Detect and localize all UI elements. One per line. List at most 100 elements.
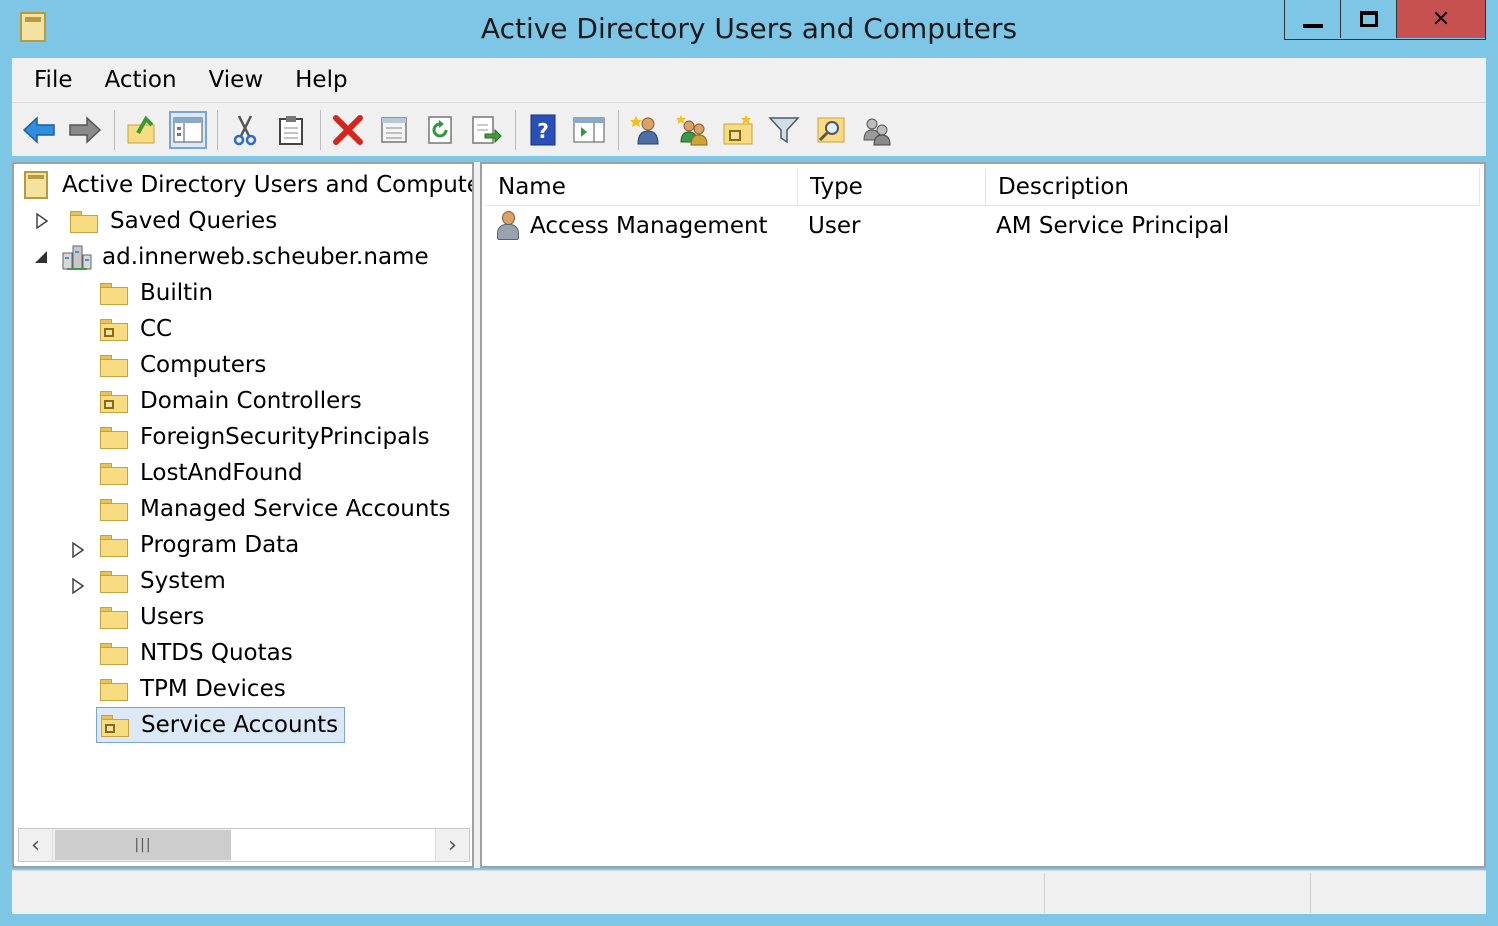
item-name: Access Management (530, 213, 768, 239)
title-bar: Active Directory Users and Computers ✕ (0, 0, 1498, 58)
scrollbar-thumb[interactable]: ||| (55, 830, 231, 860)
scroll-left-button[interactable]: ‹ (19, 829, 53, 861)
folder-icon (70, 209, 98, 233)
menu-help[interactable]: Help (279, 67, 363, 93)
tree-item[interactable]: NTDS Quotas (100, 636, 293, 670)
toolbar-separator (320, 109, 321, 150)
folder-icon (100, 641, 128, 665)
delete-icon (333, 114, 363, 145)
toolbar-separator (618, 109, 619, 150)
up-one-level-icon (127, 115, 155, 143)
tree-item[interactable]: Domain Controllers (100, 384, 362, 418)
console-tree[interactable]: Active Directory Users and Computers Sav… (12, 162, 474, 868)
expand-arrow-icon[interactable] (72, 574, 86, 595)
maximize-button[interactable] (1341, 0, 1397, 38)
close-button[interactable]: ✕ (1397, 0, 1485, 38)
tree-item[interactable]: Service Accounts (96, 707, 346, 743)
tree-item[interactable]: LostAndFound (100, 456, 303, 490)
tree-item[interactable]: CC (100, 312, 172, 346)
tree-item[interactable]: Users (100, 600, 204, 634)
close-icon: ✕ (1431, 6, 1451, 32)
tree-item[interactable]: Managed Service Accounts (100, 492, 450, 526)
tree-item-label: NTDS Quotas (140, 640, 293, 666)
filter-button[interactable] (765, 111, 803, 149)
minimize-button[interactable] (1285, 0, 1341, 38)
tree-item-saved-queries[interactable]: Saved Queries (36, 204, 277, 238)
maximize-icon (1359, 11, 1378, 27)
properties-icon (381, 116, 407, 143)
new-user-button[interactable] (627, 111, 665, 149)
tree-item[interactable]: Program Data (72, 528, 300, 562)
menu-action[interactable]: Action (89, 67, 193, 93)
tree-item-root[interactable]: Active Directory Users and Computers (24, 168, 474, 202)
column-header-description[interactable]: Description (986, 168, 1480, 206)
user-icon (496, 211, 520, 241)
show-hide-console-tree-button[interactable] (169, 110, 207, 149)
toolbar-separator (217, 109, 218, 150)
paste-icon (279, 115, 303, 145)
up-one-level-button[interactable] (123, 111, 161, 149)
collapse-arrow-icon[interactable] (34, 250, 48, 264)
cell-name: Access Management (496, 208, 768, 244)
tree-item-label: Active Directory Users and Computers (62, 172, 474, 198)
delete-button[interactable] (329, 111, 367, 149)
new-group-button[interactable] (673, 111, 711, 149)
status-bar (12, 870, 1486, 914)
properties-button[interactable] (375, 111, 413, 149)
scroll-right-button[interactable]: › (435, 829, 469, 861)
forward-button[interactable] (66, 111, 104, 149)
help-icon: ? (530, 114, 556, 145)
tree-item[interactable]: System (72, 564, 226, 598)
ou-folder-icon (100, 317, 128, 341)
new-ou-icon (723, 114, 753, 144)
tree-item-label: ad.innerweb.scheuber.name (102, 244, 429, 270)
export-list-button[interactable] (467, 111, 505, 149)
forward-arrow-icon (69, 115, 102, 144)
tree-item-label: Saved Queries (110, 208, 278, 234)
show-action-pane-button[interactable] (570, 111, 608, 149)
tree-item[interactable]: Computers (100, 348, 266, 382)
back-button[interactable] (20, 111, 58, 149)
paste-button[interactable] (272, 111, 310, 149)
folder-icon (100, 281, 128, 305)
scrollbar-track[interactable] (231, 829, 435, 861)
folder-icon (100, 677, 128, 701)
add-to-group-button[interactable] (857, 111, 895, 149)
column-header-name[interactable]: Name (486, 168, 798, 206)
tree-item-domain[interactable]: ad.innerweb.scheuber.name (34, 240, 429, 274)
tree-item-label: Program Data (140, 532, 300, 558)
tree-item-label: System (140, 568, 226, 594)
column-header-type[interactable]: Type (798, 168, 986, 206)
menu-file[interactable]: File (18, 67, 89, 93)
ou-folder-icon (101, 713, 129, 737)
list-item[interactable]: Access Management User AM Service Princi… (486, 208, 1480, 244)
tree-item-label: Users (140, 604, 205, 630)
folder-icon (100, 533, 128, 557)
show-hide-console-tree-icon (173, 117, 203, 142)
tree-item[interactable]: Builtin (100, 276, 213, 310)
tree-item-label: Service Accounts (141, 712, 339, 738)
help-button[interactable]: ? (524, 111, 562, 149)
tree-item[interactable]: TPM Devices (100, 672, 286, 706)
filter-icon (768, 116, 800, 143)
tree-item-label: Domain Controllers (140, 388, 362, 414)
horizontal-scrollbar[interactable]: ‹ ||| › (18, 828, 470, 862)
new-ou-button[interactable] (719, 111, 757, 149)
back-arrow-icon (22, 115, 55, 144)
folder-icon (100, 353, 128, 377)
tree-item-label: CC (140, 316, 173, 342)
tree-item-label: TPM Devices (140, 676, 286, 702)
folder-icon (100, 461, 128, 485)
status-section (1310, 873, 1311, 913)
toolbar: ? (12, 102, 1486, 156)
details-list[interactable]: Name Type Description Access Management … (480, 162, 1486, 868)
tree-item[interactable]: ForeignSecurityPrincipals (100, 420, 430, 454)
expand-arrow-icon[interactable] (36, 213, 50, 229)
find-button[interactable] (811, 111, 849, 149)
menu-view[interactable]: View (193, 67, 280, 93)
expand-arrow-icon[interactable] (72, 538, 86, 559)
refresh-button[interactable] (421, 111, 459, 149)
svg-text:?: ? (537, 119, 549, 143)
cut-button[interactable] (226, 111, 264, 149)
status-section (1044, 873, 1045, 913)
